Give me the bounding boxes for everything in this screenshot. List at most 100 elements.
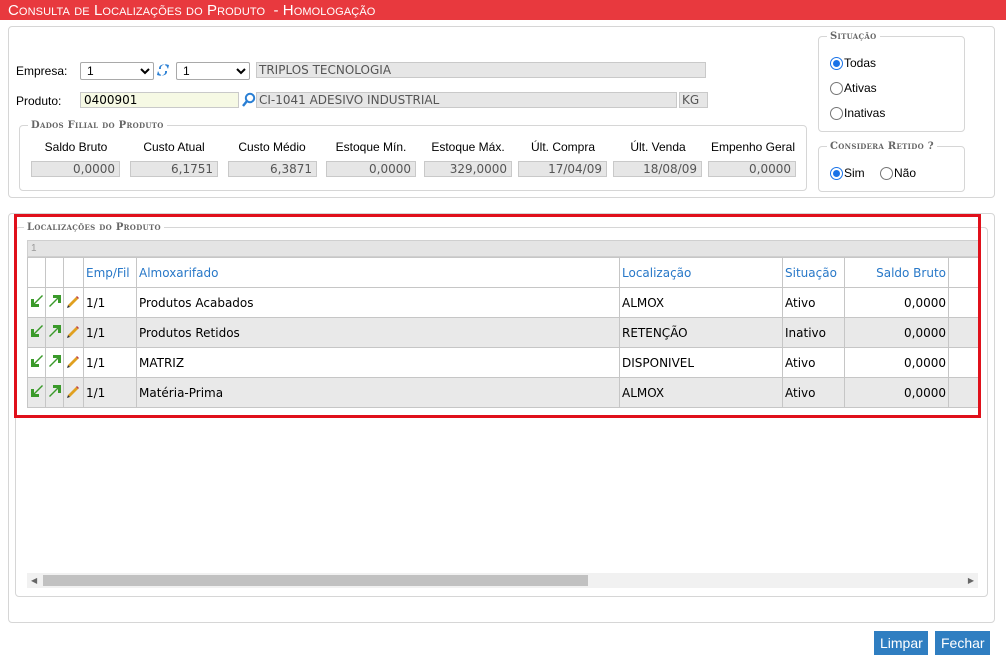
row-action-down[interactable] bbox=[27, 317, 46, 348]
pencil-icon[interactable] bbox=[66, 384, 81, 399]
empresa-label: Empresa: bbox=[16, 64, 68, 78]
cell-localizacao: RETENÇÃO bbox=[619, 317, 783, 348]
column-header-situacao[interactable]: Situação bbox=[782, 257, 845, 288]
header-ult-compra: Últ. Compra bbox=[530, 140, 595, 154]
value-estoque-min: 0,0000 bbox=[326, 161, 416, 177]
cell-localizacao: ALMOX bbox=[619, 377, 783, 408]
situacao-option-label: Todas bbox=[844, 56, 877, 70]
radio-sim[interactable] bbox=[830, 166, 843, 180]
header-empenho-geral: Empenho Geral bbox=[710, 140, 796, 154]
situacao-option-todas[interactable]: Todas bbox=[830, 56, 876, 70]
column-header-localizacao[interactable]: Localização bbox=[619, 257, 783, 288]
arrow-down-left-icon[interactable] bbox=[30, 354, 44, 368]
value-empenho-geral: 0,0000 bbox=[708, 161, 796, 177]
dados-filial-legend: Dados Filial do Produto bbox=[31, 120, 164, 131]
radio-ativas[interactable] bbox=[830, 81, 843, 95]
environment-label: - Homologação bbox=[269, 2, 376, 19]
produto-description-field: CI-1041 ADESIVO INDUSTRIAL bbox=[256, 92, 677, 108]
produto-code-input[interactable]: 0400901 bbox=[80, 92, 239, 108]
arrow-up-right-icon[interactable] bbox=[48, 324, 62, 338]
refresh-icon[interactable] bbox=[156, 62, 170, 78]
row-action-down[interactable] bbox=[27, 347, 46, 378]
arrow-up-right-icon[interactable] bbox=[48, 384, 62, 398]
cell-localizacao: ALMOX bbox=[619, 287, 783, 318]
arrow-down-left-icon[interactable] bbox=[30, 384, 44, 398]
row-action-edit[interactable] bbox=[63, 347, 84, 378]
grid-page-indicator: 1 bbox=[27, 240, 979, 257]
situacao-option-inativas[interactable]: Inativas bbox=[830, 106, 885, 120]
horizontal-scrollbar[interactable]: ◀ ▶ bbox=[27, 573, 978, 588]
row-action-edit[interactable] bbox=[63, 287, 84, 318]
cell-saldo-bruto: 0,0000 bbox=[844, 347, 949, 378]
header-ult-venda: Últ. Venda bbox=[630, 140, 686, 154]
value-ult-venda: 18/08/09 bbox=[613, 161, 702, 177]
row-action-down[interactable] bbox=[27, 377, 46, 408]
cell-situacao: Ativo bbox=[782, 287, 845, 318]
localizacoes-legend: Localizações do Produto bbox=[27, 222, 161, 233]
pencil-icon[interactable] bbox=[66, 294, 81, 309]
header-action-1 bbox=[27, 257, 46, 288]
row-action-up[interactable] bbox=[45, 377, 64, 408]
table-header-row: Emp/Fil Almoxarifado Localização Situaçã… bbox=[27, 257, 980, 288]
cell-empfil: 1/1 bbox=[83, 347, 137, 378]
pencil-icon[interactable] bbox=[66, 324, 81, 339]
radio-inativas[interactable] bbox=[830, 106, 843, 120]
retido-option-nao[interactable]: Não bbox=[880, 166, 916, 180]
column-header-saldo-bruto[interactable]: Saldo Bruto bbox=[844, 257, 949, 288]
radio-nao[interactable] bbox=[880, 166, 893, 180]
page-title: Consulta de Localizações do Produto bbox=[8, 2, 266, 19]
cell-situacao: Ativo bbox=[782, 377, 845, 408]
window-title-bar: Consulta de Localizações do Produto - Ho… bbox=[0, 0, 1006, 20]
situacao-legend: Situação bbox=[830, 31, 877, 42]
arrow-up-right-icon[interactable] bbox=[48, 354, 62, 368]
dados-filial-fieldset: Dados Filial do Produto bbox=[19, 120, 807, 191]
cell-saldo-bruto: 0,0000 bbox=[844, 377, 949, 408]
column-header-empfil[interactable]: Emp/Fil bbox=[83, 257, 137, 288]
produto-unit-field: KG bbox=[679, 92, 708, 108]
cell-almoxarifado: Produtos Acabados bbox=[136, 287, 620, 318]
cell-almoxarifado: Matéria-Prima bbox=[136, 377, 620, 408]
column-header-almoxarifado[interactable]: Almoxarifado bbox=[136, 257, 620, 288]
cell-empfil: 1/1 bbox=[83, 377, 137, 408]
cell-almoxarifado: MATRIZ bbox=[136, 347, 620, 378]
row-action-up[interactable] bbox=[45, 287, 64, 318]
row-action-edit[interactable] bbox=[63, 377, 84, 408]
localizacoes-table: Emp/Fil Almoxarifado Localização Situaçã… bbox=[27, 257, 980, 408]
arrow-down-left-icon[interactable] bbox=[30, 324, 44, 338]
row-action-up[interactable] bbox=[45, 347, 64, 378]
row-action-down[interactable] bbox=[27, 287, 46, 318]
retido-option-label: Sim bbox=[844, 166, 865, 180]
row-action-edit[interactable] bbox=[63, 317, 84, 348]
considera-retido-legend: Considera Retido ? bbox=[830, 141, 934, 152]
cell-empty bbox=[948, 287, 980, 318]
arrow-up-right-icon[interactable] bbox=[48, 294, 62, 308]
header-estoque-max: Estoque Máx. bbox=[431, 140, 505, 154]
cell-situacao: Inativo bbox=[782, 317, 845, 348]
scroll-thumb[interactable] bbox=[43, 575, 588, 586]
produto-label: Produto: bbox=[16, 94, 62, 108]
scroll-right-arrow-icon[interactable]: ▶ bbox=[968, 576, 974, 585]
arrow-down-left-icon[interactable] bbox=[30, 294, 44, 308]
empresa-name-field: TRIPLOS TECNOLOGIA bbox=[256, 62, 706, 78]
retido-option-sim[interactable]: Sim bbox=[830, 166, 865, 180]
value-saldo-bruto: 0,0000 bbox=[31, 161, 120, 177]
row-action-up[interactable] bbox=[45, 317, 64, 348]
header-action-3 bbox=[63, 257, 84, 288]
radio-todas[interactable] bbox=[830, 56, 843, 70]
header-action-2 bbox=[45, 257, 64, 288]
limpar-button[interactable]: Limpar bbox=[874, 631, 928, 655]
pencil-icon[interactable] bbox=[66, 354, 81, 369]
empresa-select[interactable]: 1 bbox=[80, 62, 154, 80]
cell-empty bbox=[948, 377, 980, 408]
fechar-button[interactable]: Fechar bbox=[935, 631, 990, 655]
filial-select[interactable]: 1 bbox=[176, 62, 250, 80]
table-row: 1/1 Matéria-Prima ALMOX Ativo 0,0000 bbox=[27, 377, 980, 408]
localizacoes-grid: 1 Emp/Fil Almoxarifado Localização Situa… bbox=[27, 240, 980, 408]
situacao-option-ativas[interactable]: Ativas bbox=[830, 81, 877, 95]
cell-almoxarifado: Produtos Retidos bbox=[136, 317, 620, 348]
column-header-empty bbox=[948, 257, 980, 288]
scroll-left-arrow-icon[interactable]: ◀ bbox=[31, 576, 37, 585]
value-custo-atual: 6,1751 bbox=[130, 161, 218, 177]
search-icon[interactable] bbox=[241, 92, 256, 108]
situacao-option-label: Inativas bbox=[844, 106, 886, 120]
